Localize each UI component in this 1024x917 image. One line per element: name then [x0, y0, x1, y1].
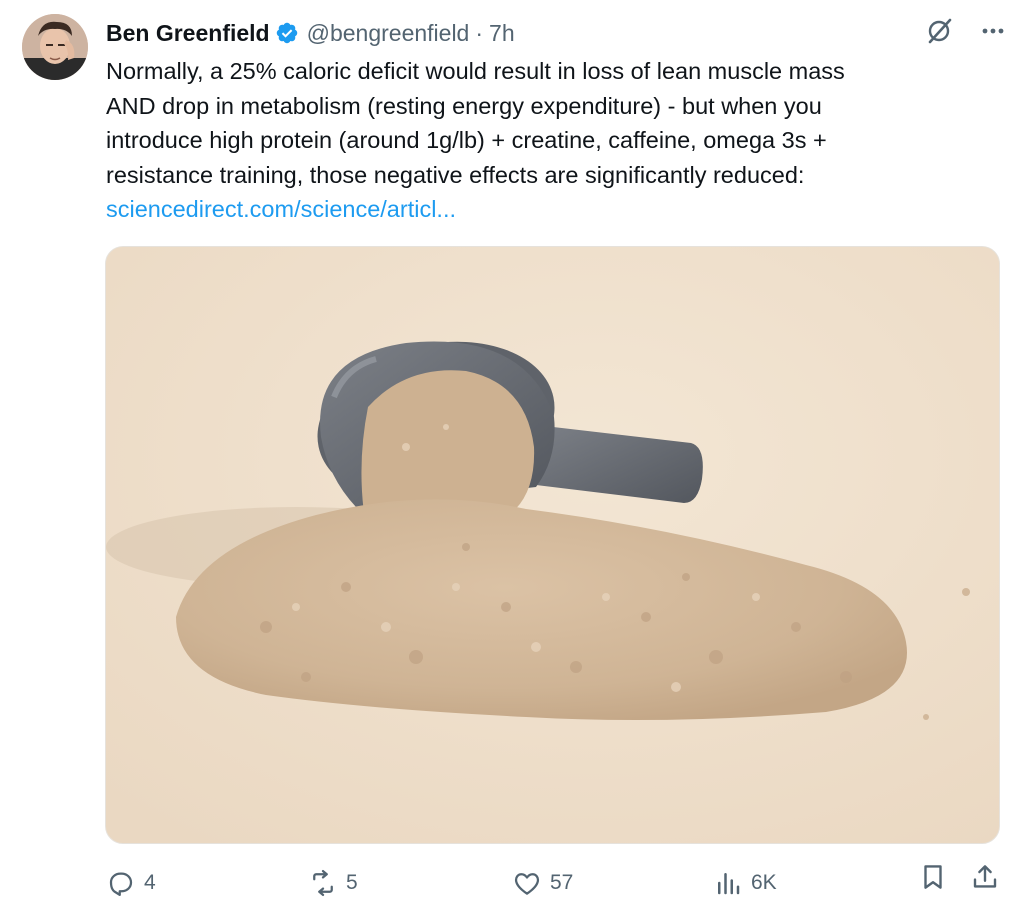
share-button[interactable] — [970, 862, 1000, 892]
tweet-actions-bar: 4 5 57 6K — [0, 862, 1024, 904]
repost-icon — [313, 870, 333, 896]
tweet-text-line: AND drop in metabolism (resting energy e… — [106, 92, 822, 119]
tweet-text-line: introduce high protein (around 1g/lb) + … — [106, 127, 827, 153]
reply-button[interactable]: 4 — [106, 862, 156, 904]
views-count: 6K — [751, 871, 777, 894]
repost-count: 5 — [346, 871, 358, 894]
like-count: 57 — [550, 871, 574, 894]
tweet: Ben Greenfield @bengreenfield · 7h Norma… — [0, 0, 1024, 917]
separator-dot: · — [475, 19, 484, 46]
more-options-icon[interactable] — [980, 18, 1006, 44]
heart-icon — [514, 873, 540, 895]
tweet-top-actions — [924, 16, 1006, 46]
views-chart-icon — [718, 873, 740, 895]
bookmark-icon — [924, 865, 942, 889]
timestamp[interactable]: 7h — [489, 20, 515, 47]
tweet-text-line: Normally, a 25% caloric deficit would re… — [106, 58, 845, 84]
verified-badge-icon[interactable] — [275, 21, 299, 45]
author-display-name[interactable]: Ben Greenfield — [106, 20, 270, 47]
author-handle[interactable]: @bengreenfield — [307, 20, 470, 47]
protein-powder-scoop-photo — [106, 247, 999, 843]
tweet-text: Normally, a 25% caloric deficit would re… — [106, 54, 986, 227]
tweet-header: Ben Greenfield @bengreenfield · 7h — [106, 14, 515, 52]
grok-icon[interactable] — [924, 16, 954, 46]
tweet-media[interactable] — [105, 246, 1000, 844]
bookmark-button[interactable] — [918, 862, 948, 892]
article-link[interactable]: sciencedirect.com/science/articl... — [106, 192, 986, 227]
reply-count: 4 — [144, 871, 156, 894]
tweet-text-line: resistance training, those negative effe… — [106, 161, 805, 188]
avatar-image — [22, 14, 88, 80]
repost-button[interactable]: 5 — [308, 862, 358, 904]
like-button[interactable]: 57 — [512, 862, 573, 904]
avatar[interactable] — [22, 14, 88, 80]
reply-icon — [109, 872, 133, 896]
views-button[interactable]: 6K — [713, 862, 777, 904]
share-icon — [973, 865, 997, 888]
